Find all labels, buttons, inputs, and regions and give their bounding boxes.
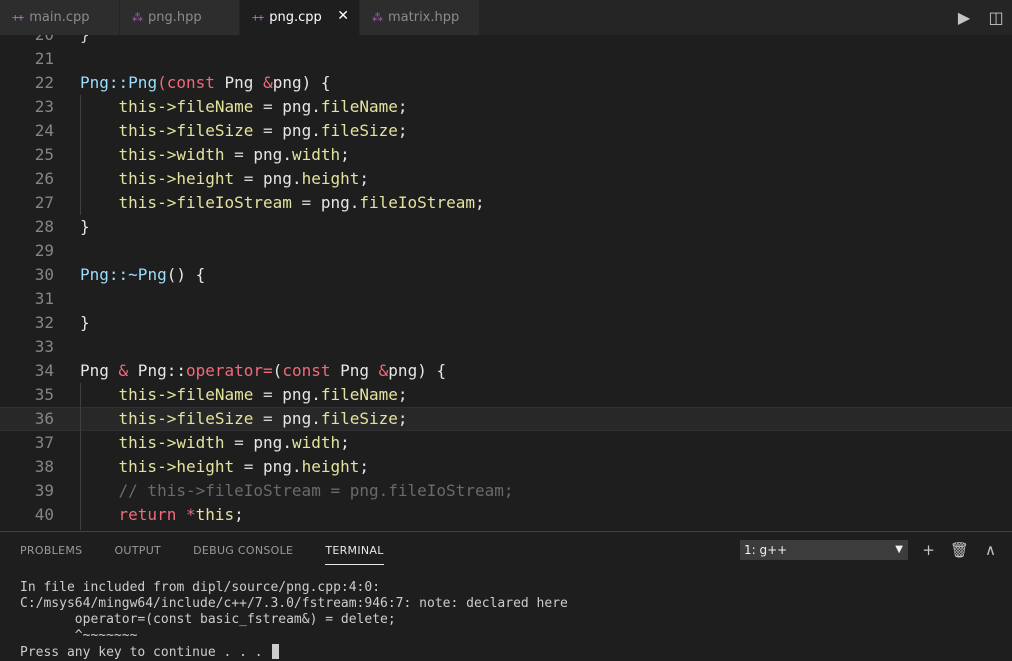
terminal-line: C:/msys64/mingw64/include/c++/7.3.0/fstr… [20, 596, 568, 611]
line-number: 38 [34, 457, 54, 476]
indent-guide [80, 383, 81, 530]
tab-terminal[interactable]: TERMINAL [325, 541, 385, 565]
code-line: 31 [0, 287, 1012, 311]
tab-label: matrix.hpp [388, 10, 460, 25]
code-line: 35 this->fileName = png.fileName; [0, 383, 1012, 407]
hpp-file-icon: ⁂ [132, 11, 143, 24]
terminal-line: In file included from dipl/source/png.cp… [20, 580, 381, 595]
code-comment: // this->fileIoStream = png.fileIoStream… [118, 481, 514, 500]
tab-debug-console[interactable]: DEBUG CONSOLE [193, 541, 293, 561]
terminal-line: ^~~~~~~~ [20, 628, 138, 643]
code-line: 23 this->fileName = png.fileName; [0, 95, 1012, 119]
maximize-panel-icon[interactable]: ∧ [975, 540, 1006, 560]
tab-png-hpp[interactable]: ⁂ png.hpp [120, 0, 240, 35]
run-icon[interactable]: ▶ [948, 8, 980, 27]
tab-label: main.cpp [29, 10, 90, 25]
code-line: 38 this->height = png.height; [0, 455, 1012, 479]
line-number: 28 [34, 217, 54, 236]
close-icon[interactable]: ✕ [337, 8, 349, 24]
terminal-select-value: 1: g++ [744, 543, 788, 557]
code-line: 22 Png::Png(const Png &png) { [0, 71, 1012, 95]
line-number: 32 [34, 313, 54, 332]
line-number: 30 [34, 265, 54, 284]
line-number: 20 [0, 35, 54, 47]
line-number: 27 [34, 193, 54, 212]
code-line: 24 this->fileSize = png.fileSize; [0, 119, 1012, 143]
code-line: 29 [0, 239, 1012, 263]
chevron-down-icon: ▼ [895, 544, 903, 555]
terminal-line: Press any key to continue . . . [20, 645, 271, 660]
code-line: 28} [0, 215, 1012, 239]
code-editor[interactable]: 20} 21 22Png::Png(const Png &png) { 23 t… [0, 35, 1012, 530]
current-code-line: 36 this->fileSize = png.fileSize; [0, 407, 1012, 431]
code-line: 26 this->height = png.height; [0, 167, 1012, 191]
code-line: 21 [0, 47, 1012, 71]
line-number: 40 [34, 505, 54, 524]
code-line: 34 Png & Png::operator=(const Png &png) { [0, 359, 1012, 383]
code-line: 39 // this->fileIoStream = png.fileIoStr… [0, 479, 1012, 503]
code-line: 30 Png::~Png() { [0, 263, 1012, 287]
tab-matrix-hpp[interactable]: ⁂ matrix.hpp [360, 0, 480, 35]
line-number: 36 [34, 409, 54, 428]
terminal-line: operator=(const basic_fstream&) = delete… [20, 612, 396, 627]
terminal-select[interactable]: 1: g++ ▼ [740, 540, 908, 560]
code-line: 40 return *this; [0, 503, 1012, 527]
editor-actions: ▶ ◫ [948, 0, 1012, 35]
line-number: 39 [34, 481, 54, 500]
code-line: 37 this->width = png.width; [0, 431, 1012, 455]
code-line: 25 this->width = png.width; [0, 143, 1012, 167]
line-number: 25 [34, 145, 54, 164]
panel-tabs: PROBLEMS OUTPUT DEBUG CONSOLE TERMINAL [0, 532, 396, 570]
line-number: 26 [34, 169, 54, 188]
line-number: 23 [34, 97, 54, 116]
tab-problems[interactable]: PROBLEMS [20, 541, 82, 561]
line-number: 37 [34, 433, 54, 452]
code-line: 20} [0, 35, 1012, 47]
bottom-panel: PROBLEMS OUTPUT DEBUG CONSOLE TERMINAL 1… [0, 531, 1012, 661]
terminal-prompt-line: Press any key to continue . . . [20, 644, 568, 661]
terminal-output[interactable]: In file included from dipl/source/png.cp… [20, 580, 568, 661]
tab-main-cpp[interactable]: ++ main.cpp [0, 0, 120, 35]
line-number: 34 [34, 361, 54, 380]
indent-guide [80, 95, 81, 215]
cpp-file-icon: ++ [252, 11, 264, 24]
trash-icon[interactable]: 🗑 [944, 540, 975, 560]
add-terminal-icon[interactable]: + [913, 540, 944, 560]
hpp-file-icon: ⁂ [372, 11, 383, 24]
tab-png-cpp[interactable]: ++ png.cpp ✕ [240, 0, 360, 35]
code-line: 27 this->fileIoStream = png.fileIoStream… [0, 191, 1012, 215]
split-editor-icon[interactable]: ◫ [980, 8, 1012, 27]
tab-bar: ++ main.cpp ⁂ png.hpp ++ png.cpp ✕ ⁂ mat… [0, 0, 1012, 35]
line-number: 22 [34, 73, 54, 92]
line-number: 29 [34, 241, 54, 260]
cpp-file-icon: ++ [12, 11, 24, 24]
line-number: 33 [34, 337, 54, 356]
terminal-cursor [272, 644, 280, 659]
code-line: 33 [0, 335, 1012, 359]
tab-output[interactable]: OUTPUT [114, 541, 161, 561]
tab-label: png.hpp [148, 10, 202, 25]
line-number: 35 [34, 385, 54, 404]
tab-label: png.cpp [269, 10, 322, 25]
line-number: 24 [34, 121, 54, 140]
line-number: 21 [34, 49, 54, 68]
panel-actions: + 🗑 ∧ [913, 540, 1006, 560]
code-line: 32} [0, 311, 1012, 335]
line-number: 31 [34, 289, 54, 308]
